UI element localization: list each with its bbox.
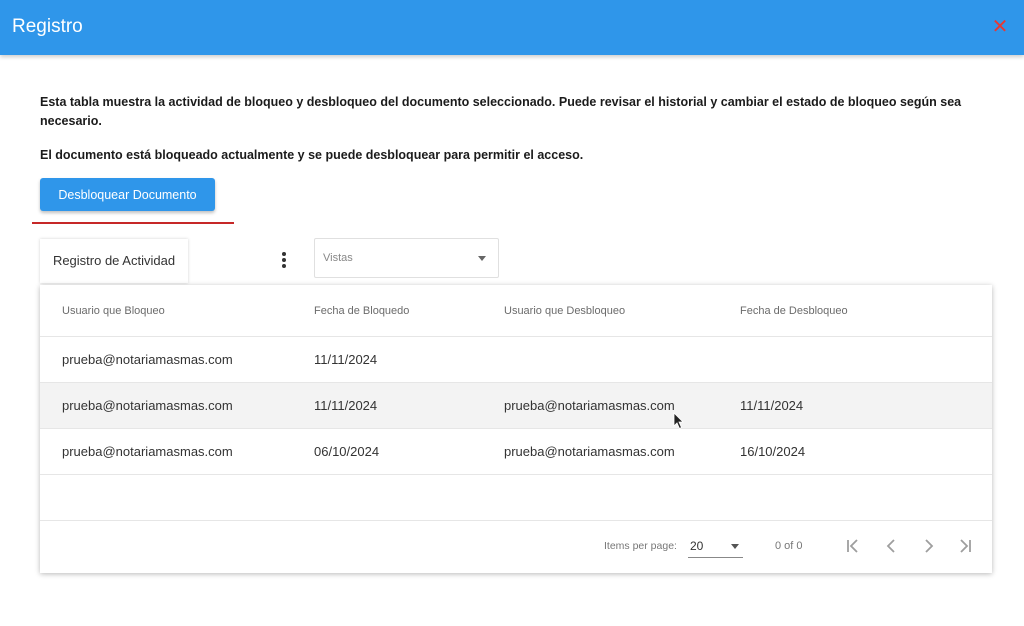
paginator: Items per page: 20 0 of 0	[40, 521, 992, 573]
items-per-page-select[interactable]: 20	[688, 535, 743, 558]
previous-page-icon[interactable]	[880, 535, 902, 557]
column-header-unlock-user[interactable]: Usuario que Desbloqueo	[504, 285, 625, 336]
description-text: Esta tabla muestra la actividad de bloqu…	[40, 95, 962, 128]
cell-unlock-user: prueba@notariamasmas.com	[504, 398, 675, 413]
cell-unlock-date: 16/10/2024	[740, 444, 806, 459]
views-select[interactable]: Vistas	[314, 238, 499, 278]
table-row[interactable]: prueba@notariamasmas.com 06/10/2024 prue…	[40, 429, 992, 475]
cell-lock-date: 11/11/2024	[314, 398, 378, 413]
status-message: El documento está bloqueado actualmente …	[40, 148, 584, 162]
last-page-icon[interactable]	[954, 535, 976, 557]
activity-table: Usuario que Bloqueo Fecha de Bloquedo Us…	[40, 285, 992, 573]
first-page-icon[interactable]	[842, 535, 864, 557]
range-label: 0 of 0	[775, 540, 803, 552]
views-placeholder: Vistas	[323, 252, 353, 264]
table-empty-row	[40, 475, 992, 521]
dialog-header: Registro ✕	[0, 0, 1024, 55]
table-header-row: Usuario que Bloqueo Fecha de Bloquedo Us…	[40, 285, 992, 337]
dropdown-arrow-icon	[731, 544, 739, 549]
more-options-icon[interactable]	[274, 250, 294, 274]
next-page-icon[interactable]	[918, 535, 940, 557]
dialog-title: Registro	[12, 16, 83, 37]
cell-lock-user: prueba@notariamasmas.com	[62, 352, 233, 367]
cell-unlock-user: prueba@notariamasmas.com	[504, 444, 675, 459]
unlock-document-button[interactable]: Desbloquear Documento	[40, 178, 215, 211]
column-header-unlock-date[interactable]: Fecha de Desbloqueo	[740, 285, 848, 336]
cell-unlock-date: 11/11/2024	[740, 398, 804, 413]
items-per-page-label: Items per page:	[604, 540, 677, 552]
tab-activity-log[interactable]: Registro de Actividad	[40, 239, 188, 283]
items-per-page-value: 20	[690, 539, 704, 553]
column-header-lock-user[interactable]: Usuario que Bloqueo	[62, 285, 165, 336]
table-row[interactable]: prueba@notariamasmas.com 11/11/2024 prue…	[40, 383, 992, 429]
close-icon[interactable]: ✕	[990, 17, 1010, 37]
cell-lock-date: 11/11/2024	[314, 352, 378, 367]
cell-lock-user: prueba@notariamasmas.com	[62, 444, 233, 459]
highlight-underline	[32, 222, 234, 224]
dropdown-arrow-icon	[478, 256, 486, 261]
column-header-lock-date[interactable]: Fecha de Bloquedo	[314, 285, 409, 336]
cell-lock-date: 06/10/2024	[314, 444, 380, 459]
table-row[interactable]: prueba@notariamasmas.com 11/11/2024	[40, 337, 992, 383]
cell-lock-user: prueba@notariamasmas.com	[62, 398, 233, 413]
